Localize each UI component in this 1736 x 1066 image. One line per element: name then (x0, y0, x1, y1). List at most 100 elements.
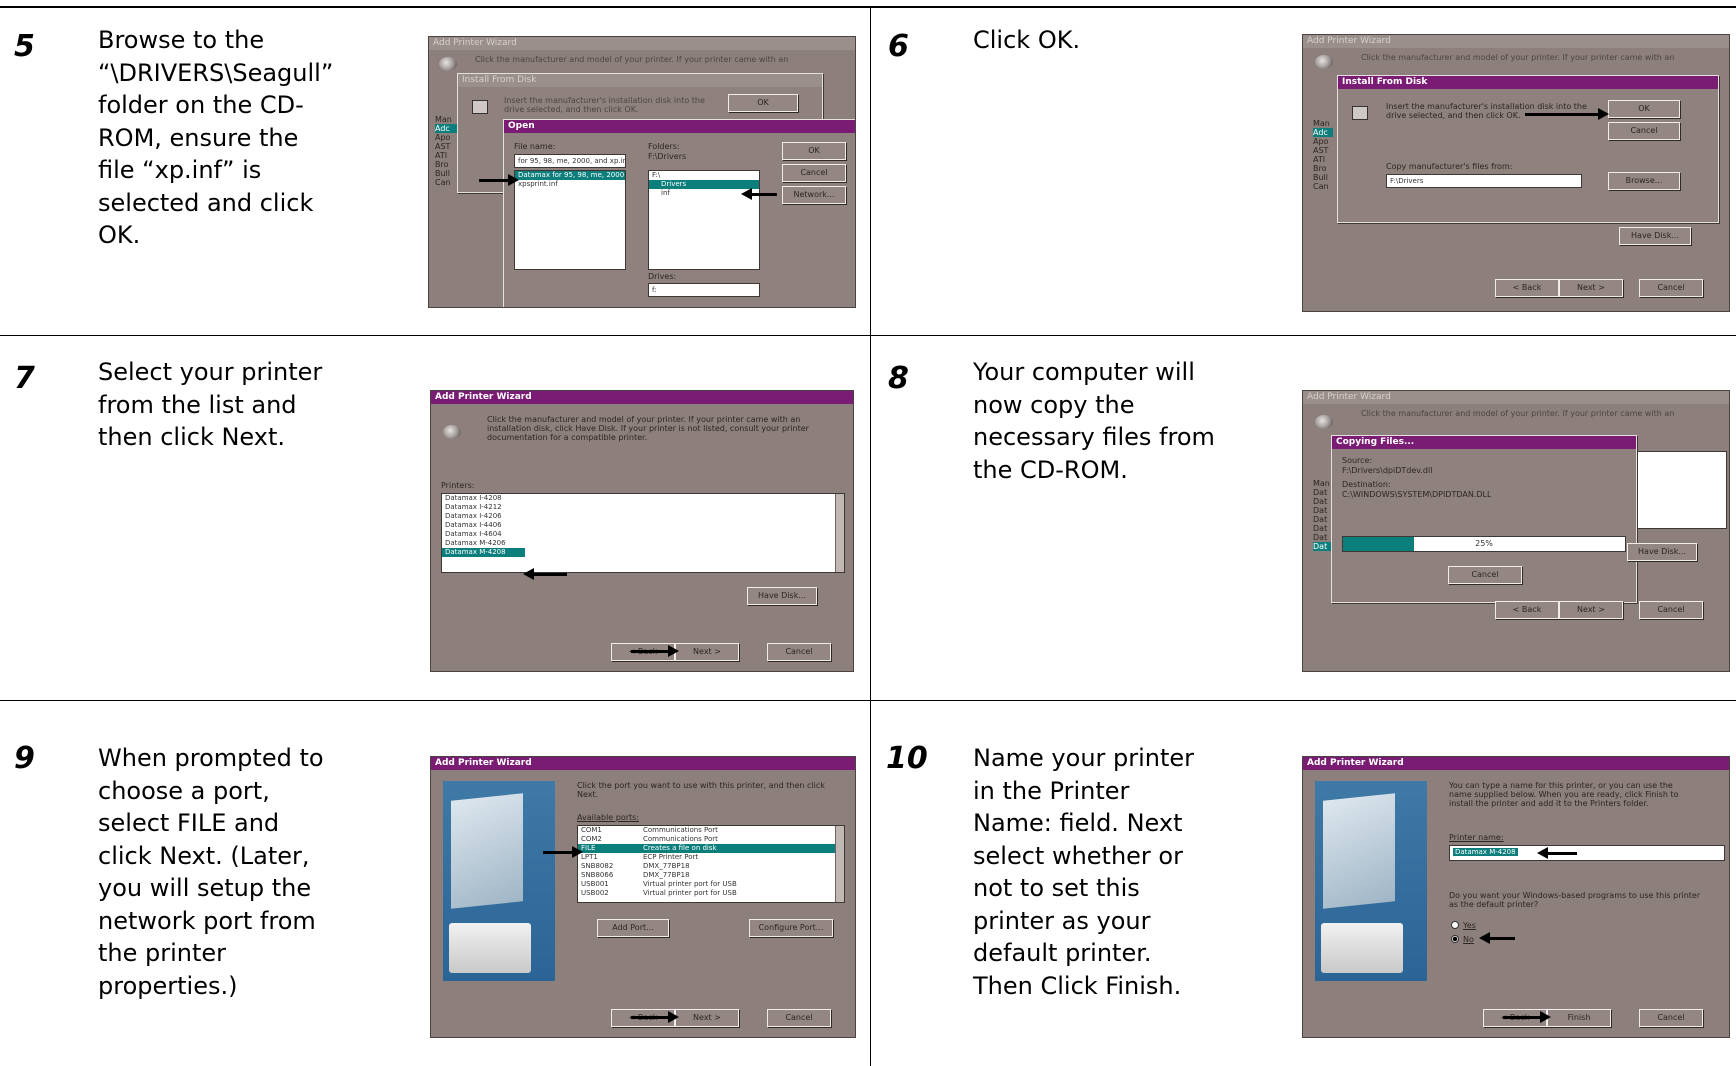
open-dialog: Open File name: for 95, 98, me, 2000, an… (503, 119, 855, 307)
list-item[interactable]: SNB8082 DMX_77BP18 (578, 862, 844, 871)
no-radio[interactable] (1451, 935, 1459, 943)
list-item[interactable]: Datamax M-4206 (442, 539, 844, 548)
list-item[interactable]: USB001 Virtual printer port for USB (578, 880, 844, 889)
list-item[interactable]: USB002 Virtual printer port for USB (578, 889, 844, 898)
row-divider (0, 700, 1736, 701)
step-number: 8 (888, 361, 909, 396)
next-button[interactable]: Next > (1559, 601, 1623, 619)
cancel-button[interactable]: Cancel (1639, 279, 1703, 297)
cancel-button[interactable]: Cancel (1639, 1009, 1703, 1027)
printer-wizard-icon (1315, 415, 1333, 429)
cancel-button[interactable]: Cancel (767, 1009, 831, 1027)
wizard-instruction: Click the manufacturer and model of your… (487, 415, 801, 424)
browse-button[interactable]: Browse... (1608, 172, 1680, 190)
ports-label: Available ports: (577, 813, 640, 822)
step-instruction: Browse to the “\DRIVERS\Seagull” folder … (98, 26, 334, 249)
screenshot-step-7: Add Printer Wizard Click the manufacture… (430, 390, 854, 672)
install-ok-button[interactable]: OK (1608, 100, 1680, 118)
next-button[interactable]: Next > (675, 1009, 739, 1027)
have-disk-button[interactable]: Have Disk... (1627, 543, 1697, 561)
wizard-instruction-2: name supplied below. When you are ready,… (1449, 790, 1679, 799)
wizard-title-bar: Add Printer Wizard (431, 757, 855, 770)
list-item[interactable]: COM2 Communications Port (578, 835, 844, 844)
disk-icon (1352, 106, 1368, 120)
list-item[interactable]: Datamax for 95, 98, me, 2000 (515, 171, 625, 180)
step-number: 9 (14, 741, 35, 776)
source-label: Source: (1342, 456, 1373, 465)
list-item[interactable]: Datamax I-4604 (442, 530, 844, 539)
file-name-input[interactable]: for 95, 98, me, 2000, and xp.inf (514, 154, 626, 168)
manufacturer-list: Man Adc Apo AST ATI Bro Bull Can (435, 115, 457, 187)
wizard-instruction: Click the manufacturer and model of your… (475, 55, 789, 64)
configure-port-button[interactable]: Configure Port... (749, 919, 833, 937)
copy-title-bar: Copying Files... (1332, 436, 1636, 449)
printer-illustration (443, 781, 555, 981)
network-button[interactable]: Network... (782, 186, 846, 204)
yes-label: Yes (1463, 921, 1476, 930)
have-disk-button[interactable]: Have Disk... (747, 587, 817, 605)
pointer-arrow (1537, 847, 1577, 859)
list-item[interactable]: FILE Creates a file on disk (578, 844, 844, 853)
list-item[interactable]: LPT1 ECP Printer Port (578, 853, 844, 862)
install-cancel-button[interactable]: Cancel (1608, 122, 1680, 140)
have-disk-button[interactable]: Have Disk... (1619, 227, 1691, 245)
port-description: Virtual printer port for USB (643, 880, 737, 888)
folder-list[interactable]: F:\ Drivers inf (648, 170, 760, 270)
scrollbar[interactable] (835, 826, 844, 902)
file-list[interactable]: Datamax for 95, 98, me, 2000 xpsprint.in… (514, 170, 626, 270)
list-item[interactable]: Datamax M-4208 (442, 548, 525, 557)
next-button[interactable]: Next > (675, 643, 739, 661)
open-cancel-button[interactable]: Cancel (782, 164, 846, 182)
printer-name-input[interactable]: Datamax M-4208 (1449, 845, 1725, 861)
port-description: DMX_77BP18 (643, 862, 690, 870)
copy-cancel-button[interactable]: Cancel (1448, 566, 1522, 584)
port-name: COM2 (581, 835, 602, 843)
back-button[interactable]: < Back (1495, 601, 1559, 619)
drives-select[interactable]: f: (648, 283, 760, 297)
list-item[interactable]: Datamax I-4212 (442, 503, 844, 512)
step-instruction: When prompted to choose a port, select F… (98, 744, 324, 1000)
port-description: Creates a file on disk (643, 844, 717, 852)
default-question-2: as the default printer? (1449, 900, 1539, 909)
list-item[interactable]: F:\ (649, 171, 759, 180)
list-item[interactable]: Datamax I-4208 (442, 494, 844, 503)
step-instruction: Select your printer from the list and th… (98, 358, 323, 451)
port-list[interactable]: COM1 Communications Port COM2 Communication… (577, 825, 845, 903)
file-name-label: File name: (514, 142, 556, 151)
printer-name-label: Printer name: (1449, 833, 1504, 842)
manufacturer-list: Man Dat Dat Dat Dat Dat Dat Dat (1313, 479, 1333, 551)
list-item[interactable]: Datamax I-4206 (442, 512, 844, 521)
step-number: 6 (888, 29, 909, 64)
step-instruction: Your computer will now copy the necessar… (973, 358, 1215, 484)
list-item[interactable]: COM1 Communications Port (578, 826, 844, 835)
wizard-title-bar: Add Printer Wizard (429, 37, 855, 50)
open-ok-button[interactable]: OK (782, 142, 846, 160)
add-port-button[interactable]: Add Port... (597, 919, 669, 937)
port-description: DMX_77BP18 (643, 871, 690, 879)
install-ok-button[interactable]: OK (728, 94, 798, 112)
back-button[interactable]: < Back (1495, 279, 1559, 297)
wizard-instruction-2: installation disk, click Have Disk. If y… (487, 424, 809, 433)
pointer-arrow (1479, 932, 1515, 944)
copy-from-input[interactable]: F:\Drivers (1386, 174, 1582, 188)
list-item[interactable]: Datamax I-4406 (442, 521, 844, 530)
list-item[interactable]: SNB8066 DMX_77BP18 (578, 871, 844, 880)
cancel-button[interactable]: Cancel (767, 643, 831, 661)
yes-radio[interactable] (1451, 921, 1459, 929)
install-instruction: Insert the manufacturer's installation d… (504, 96, 705, 105)
printer-wizard-icon (439, 57, 457, 71)
list-item[interactable]: xpsprint.inf (515, 180, 625, 189)
printer-wizard-icon (1315, 55, 1333, 69)
pointer-arrow (523, 568, 567, 580)
printer-list[interactable]: Datamax I-4208 Datamax I-4212 Datamax I-… (441, 493, 845, 573)
printer-name-value: Datamax M-4208 (1453, 848, 1518, 856)
table-top-border (0, 6, 1736, 8)
copy-from-label: Copy manufacturer's files from: (1386, 162, 1513, 171)
wizard-instruction: You can type a name for this printer, or… (1449, 781, 1673, 790)
finish-button[interactable]: Finish (1547, 1009, 1611, 1027)
cancel-button[interactable]: Cancel (1639, 601, 1703, 619)
next-button[interactable]: Next > (1559, 279, 1623, 297)
pointer-arrow (741, 188, 777, 200)
scrollbar[interactable] (835, 494, 844, 572)
wizard-instruction: Click the port you want to use with this… (577, 781, 825, 790)
